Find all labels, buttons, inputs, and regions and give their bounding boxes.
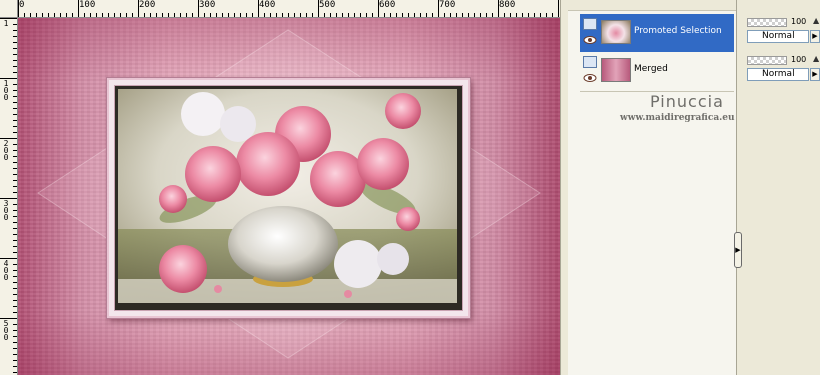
ruler-label-200: 200 [139, 0, 156, 10]
layer-merged[interactable]: Merged [580, 52, 734, 90]
frame-inner-border [114, 85, 463, 311]
blend-dropdown-icon[interactable]: ▶ [810, 30, 820, 43]
horizontal-ruler-ticks [18, 0, 559, 17]
opacity-value[interactable]: 100 [791, 17, 806, 26]
vruler-label-300: 300 [3, 199, 9, 222]
watermark-title: Pinuccia [650, 92, 724, 111]
layers-panel: Promoted Selection Merged Pinuccia www.m… [568, 0, 736, 375]
ruler-label-400: 400 [259, 0, 276, 10]
blend-mode-select[interactable]: Normal [747, 30, 809, 43]
vruler-label-1: 1 [3, 19, 9, 28]
ruler-label-100: 100 [79, 0, 96, 10]
layers-toolbar [568, 0, 736, 11]
vertical-ruler: 1 100 200 300 400 500 [0, 18, 18, 375]
opacity-value[interactable]: 100 [791, 55, 806, 64]
layer-name: Merged [634, 64, 668, 74]
vruler-label-400: 400 [3, 259, 9, 282]
layer-thumbnail [601, 20, 631, 44]
layer-thumbnail [601, 58, 631, 82]
layer-props-row: 100 ▲ Normal ▶ [747, 54, 820, 90]
ruler-label-600: 600 [379, 0, 396, 10]
watermark-url: www.maidiregrafica.eu [620, 113, 735, 123]
opacity-arrow-icon[interactable]: ▲ [813, 16, 819, 25]
ruler-corner [0, 0, 18, 18]
horizontal-ruler: 0 100 200 300 400 500 600 700 800 [18, 0, 560, 18]
flower-vase-image [118, 89, 457, 303]
vruler-label-200: 200 [3, 139, 9, 162]
eye-icon[interactable] [583, 35, 597, 45]
layer-name: Promoted Selection [634, 26, 722, 36]
panel-separator-2[interactable] [736, 0, 744, 375]
layer-props-row: 100 ▲ Normal ▶ [747, 16, 820, 52]
picture-frame [107, 78, 470, 318]
collapse-arrow-icon[interactable]: ▶ [734, 232, 742, 268]
vruler-label-100: 100 [3, 79, 9, 102]
ruler-label-800: 800 [499, 0, 516, 10]
opacity-slider[interactable] [747, 18, 787, 27]
opacity-arrow-icon[interactable]: ▲ [813, 54, 819, 63]
ruler-label-0: 0 [19, 0, 25, 10]
layer-type-icon [583, 18, 597, 30]
ruler-label-300: 300 [199, 0, 216, 10]
image-canvas[interactable] [18, 18, 560, 375]
opacity-slider[interactable] [747, 56, 787, 65]
layer-properties-panel: 100 ▲ Normal ▶ 100 ▲ Normal ▶ [744, 0, 820, 375]
layer-type-icon [583, 56, 597, 68]
ruler-label-500: 500 [319, 0, 336, 10]
blend-mode-select[interactable]: Normal [747, 68, 809, 81]
flower-painting [118, 89, 459, 307]
eye-icon[interactable] [583, 73, 597, 83]
panel-separator[interactable] [560, 0, 568, 375]
layer-promoted-selection[interactable]: Promoted Selection [580, 14, 734, 52]
vruler-label-500: 500 [3, 319, 9, 342]
ruler-label-700: 700 [439, 0, 456, 10]
blend-dropdown-icon[interactable]: ▶ [810, 68, 820, 81]
